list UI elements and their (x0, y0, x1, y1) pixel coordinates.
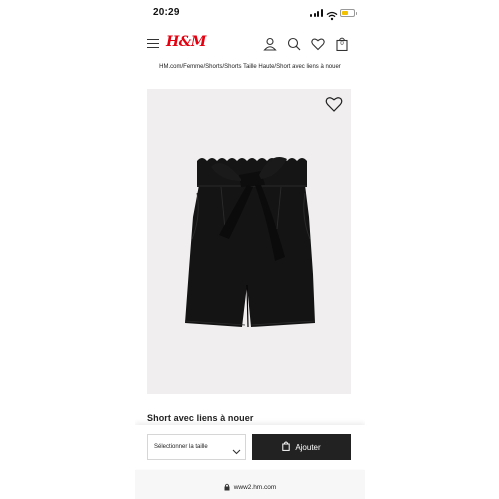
status-bar: 20:29 (135, 0, 365, 26)
site-header: H&M 0 (135, 30, 365, 58)
hamburger-menu-icon[interactable] (147, 39, 159, 49)
bag-count: 0 (340, 41, 344, 47)
battery-level (342, 11, 348, 15)
url-text: www2.hm.com (233, 483, 277, 491)
add-to-bag-button[interactable]: Ajouter (252, 434, 351, 460)
action-bar: Sélectionner la taille Ajouter (135, 425, 365, 469)
cellular-signal-icon (310, 9, 324, 17)
product-image[interactable] (147, 89, 351, 394)
status-time: 20:29 (153, 7, 180, 18)
battery-icon (340, 9, 357, 17)
search-icon[interactable] (287, 37, 301, 51)
favorite-heart-button[interactable] (325, 95, 343, 113)
lock-icon (224, 478, 230, 496)
shopping-bag-icon[interactable]: 0 (336, 37, 350, 51)
black-shorts-image (184, 157, 316, 328)
brand-logo[interactable]: H&M (166, 34, 206, 50)
browser-url-bar[interactable]: www2.hm.com (135, 470, 365, 499)
account-icon[interactable] (263, 37, 277, 51)
breadcrumb[interactable]: HM.com/Femme/Shorts/Shorts Taille Haute/… (135, 64, 365, 70)
heart-outline-icon (325, 97, 343, 112)
phone-screen: 20:29 H&M 0 HM.com/Femme/Shorts/Shorts T… (135, 0, 365, 499)
product-title: Short avec liens à nouer (147, 413, 254, 423)
heart-icon[interactable] (311, 37, 325, 51)
size-select[interactable]: Sélectionner la taille (147, 434, 246, 460)
add-button-label: Ajouter (295, 442, 321, 452)
wifi-icon (326, 8, 338, 21)
shopping-bag-icon (282, 438, 291, 456)
chevron-down-icon (232, 443, 241, 455)
size-select-label: Sélectionner la taille (154, 444, 208, 450)
